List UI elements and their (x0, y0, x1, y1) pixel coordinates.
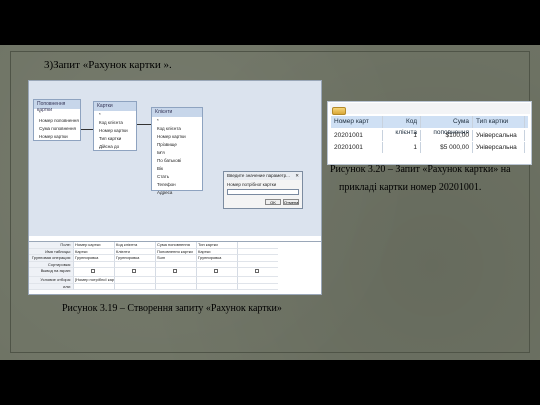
dialog-titlebar: Введите значение параметр... ✕ (224, 172, 302, 180)
table-field[interactable]: Ім'я (152, 149, 202, 157)
column-header[interactable]: Код клієнта (383, 116, 421, 136)
table-field[interactable]: Тип картки (94, 135, 136, 143)
table-field[interactable]: * (94, 111, 136, 119)
result-tab-strip (330, 103, 530, 115)
ok-button[interactable]: OK (265, 199, 281, 205)
query-design-grid: Поле: Номер картки Код клієнта Сума попо… (29, 241, 321, 294)
table-cell[interactable]: $100,00 (421, 130, 473, 141)
close-icon[interactable]: ✕ (295, 173, 299, 179)
column-header[interactable]: Сума поповнення (421, 116, 473, 136)
grid-cell[interactable] (114, 283, 155, 290)
table-field[interactable]: Сума поповнення (34, 125, 80, 133)
table-field[interactable]: Дійсна до (94, 143, 136, 151)
grid-cell (237, 268, 278, 277)
table-cell[interactable]: 1 (383, 130, 421, 141)
column-header[interactable]: Тип картки (473, 116, 525, 128)
show-checkbox[interactable] (132, 269, 136, 273)
query-result-screenshot: Номер карт Код клієнта Сума поповнення Т… (327, 101, 532, 165)
parameter-dialog: Введите значение параметр... ✕ Номер пот… (223, 171, 303, 209)
grid-row-label: Вывод на экран: (29, 268, 73, 277)
column-header[interactable]: Номер карт (331, 116, 383, 128)
table-kartky[interactable]: Картки * Код клієнта Номер картки Тип ка… (93, 101, 137, 151)
caption-figure-3-19: Рисунок 3.19 – Створення запиту «Рахунок… (62, 303, 282, 314)
table-cell[interactable]: 20201001 (331, 142, 383, 153)
grid-cell[interactable] (196, 283, 237, 290)
table-field[interactable]: Прізвище (152, 141, 202, 149)
result-header-row: Номер карт Код клієнта Сума поповнення Т… (331, 116, 528, 136)
show-checkbox[interactable] (214, 269, 218, 273)
query-designer-screenshot: Поповнення картки * Номер поповнення Сум… (28, 80, 322, 295)
table-field[interactable]: Вік (152, 165, 202, 173)
caption-figure-3-20-line2: прикладі картки номер 20201001. (339, 182, 482, 193)
grid-cell[interactable] (237, 283, 278, 290)
slide: 3)Запит «Рахунок картки ». Поповнення ка… (0, 45, 540, 360)
table-cell[interactable]: $5 000,00 (421, 142, 473, 153)
table-cell[interactable]: 20201001 (331, 130, 383, 141)
table-field[interactable]: Номер картки (152, 133, 202, 141)
table-field[interactable]: Код клієнта (94, 119, 136, 127)
table-title: Картки (94, 102, 136, 111)
table-row: 20201001 1 $100,00 Універсальна (331, 130, 528, 141)
table-field[interactable]: Стать (152, 173, 202, 181)
table-title: Поповнення картки (34, 100, 80, 113)
grid-cell[interactable] (155, 283, 196, 290)
table-field[interactable]: По батькові (152, 157, 202, 165)
grid-cell (114, 268, 155, 277)
dialog-label: Номер потрібної картки (227, 182, 277, 187)
show-checkbox[interactable] (173, 269, 177, 273)
table-cell[interactable]: 1 (383, 142, 421, 153)
dialog-title: Введите значение параметр... (227, 173, 290, 178)
show-checkbox[interactable] (91, 269, 95, 273)
caption-figure-3-20-line1: Рисунок 3.20 – Запит «Рахунок картки» на (330, 164, 511, 175)
relationship-line (137, 124, 151, 125)
slide-heading: 3)Запит «Рахунок картки ». (44, 59, 172, 71)
table-field[interactable]: Номер картки (94, 127, 136, 135)
show-checkbox[interactable] (255, 269, 259, 273)
grid-cell (73, 268, 114, 277)
table-title: Клієнти (152, 108, 202, 117)
table-cell[interactable]: Універсальна (473, 142, 525, 153)
table-row: 20201001 1 $5 000,00 Універсальна (331, 142, 528, 153)
parameter-input[interactable] (227, 189, 299, 195)
table-cell[interactable]: Універсальна (473, 130, 525, 141)
query-tab-icon[interactable] (332, 107, 346, 115)
table-field[interactable]: Адреса (152, 189, 202, 197)
grid-row-label: или: (29, 283, 73, 290)
grid-cell (196, 268, 237, 277)
table-kliienty[interactable]: Клієнти * Код клієнта Номер картки Прізв… (151, 107, 203, 195)
table-popovnennia[interactable]: Поповнення картки * Номер поповнення Сум… (33, 99, 81, 141)
cancel-button[interactable]: Отмена (283, 199, 299, 205)
grid-cell[interactable] (73, 283, 114, 290)
table-field[interactable]: Номер картки (34, 133, 80, 141)
table-field[interactable]: * (34, 109, 80, 117)
grid-cell (155, 268, 196, 277)
relationship-line (81, 129, 93, 130)
table-field[interactable]: Код клієнта (152, 125, 202, 133)
table-field[interactable]: * (152, 117, 202, 125)
table-field[interactable]: Телефон (152, 181, 202, 189)
query-tables-area: Поповнення картки * Номер поповнення Сум… (29, 81, 321, 236)
table-field[interactable]: Номер поповнення (34, 117, 80, 125)
